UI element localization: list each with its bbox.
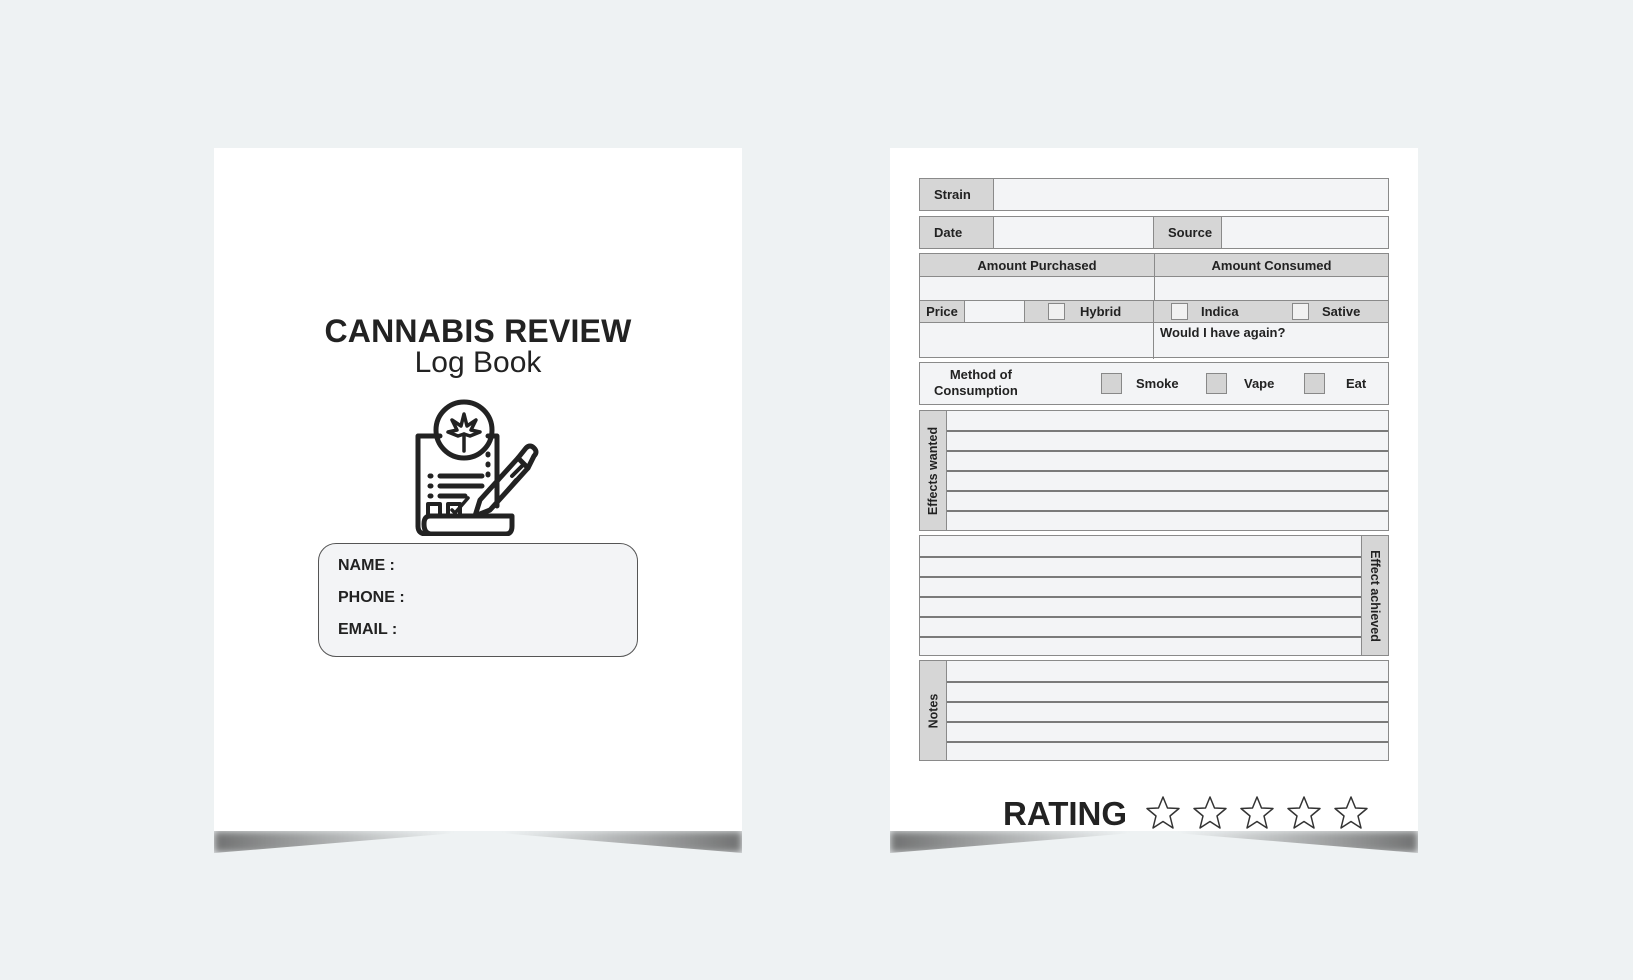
indica-checkbox[interactable] [1171,303,1188,320]
email-field-label[interactable]: EMAIL : [338,621,397,639]
ruled-line [947,741,1388,743]
ruled-line [920,556,1361,558]
ruled-line [947,701,1388,703]
effects-wanted-label-cell: Effects wanted [920,411,947,530]
name-field-label[interactable]: NAME : [338,557,395,575]
notes-label-cell: Notes [920,661,947,760]
price-notes-input[interactable] [920,323,1025,357]
price-input[interactable] [965,301,1025,322]
cover-subtitle: Log Book [414,346,542,379]
method-of-consumption-row: Method of Consumption Smoke Vape Eat [919,362,1389,405]
source-label: Source [1154,217,1222,248]
sative-label: Sative [1322,304,1361,319]
ruled-line [947,450,1388,452]
owner-info-box: NAME : PHONE : EMAIL : [318,543,638,657]
strain-input[interactable] [994,179,1388,210]
notes-label: Notes [926,693,941,728]
sative-checkbox[interactable] [1292,303,1309,320]
notes-section: Notes [919,660,1389,761]
cover-page-shadow [204,831,752,859]
date-input[interactable] [994,217,1154,248]
rating-star-icon[interactable] [1145,795,1181,831]
amount-consumed-label: Amount Consumed [1154,254,1388,277]
would-have-again-label: Would I have again? [1160,325,1286,340]
vape-checkbox[interactable] [1206,373,1227,394]
amount-purchased-input[interactable] [920,277,1154,300]
indica-label: Indica [1201,304,1239,319]
price-label: Price [920,300,965,323]
rating-star-icon[interactable] [1239,795,1275,831]
rating-label: RATING [1003,795,1128,832]
eat-label: Eat [1346,375,1367,391]
ruled-line [947,721,1388,723]
eat-checkbox[interactable] [1304,373,1325,394]
effect-achieved-lines[interactable] [920,536,1361,655]
method-label-line2: Consumption [934,383,1018,398]
effect-achieved-section: Effect achieved [919,535,1389,656]
ruled-line [920,576,1361,578]
effects-wanted-section: Effects wanted [919,410,1389,531]
hybrid-label: Hybrid [1080,304,1122,319]
source-input[interactable] [1222,217,1388,248]
method-label-line1: Method of [949,367,1012,382]
ruled-line [920,596,1361,598]
ruled-line [947,681,1388,683]
form-page-shadow [880,831,1428,859]
review-form-page: Strain Date Source Amount Purchased Amou… [890,148,1418,832]
smoke-label: Smoke [1136,375,1179,391]
effects-wanted-label: Effects wanted [926,426,940,515]
rating-star-icon[interactable] [1286,795,1322,831]
phone-field-label[interactable]: PHONE : [338,589,405,607]
effect-achieved-label: Effect achieved [1368,549,1382,642]
rating-star-icon[interactable] [1333,795,1369,831]
rating-star-icon[interactable] [1192,795,1228,831]
ruled-line [947,490,1388,492]
ruled-line [947,470,1388,472]
strain-label: Strain [920,179,994,210]
ruled-line [947,430,1388,432]
date-label: Date [920,217,994,248]
ruled-line [920,616,1361,618]
effect-achieved-label-cell: Effect achieved [1361,536,1388,655]
amount-purchased-label: Amount Purchased [977,258,1097,273]
method-of-consumption-label: Method of Consumption [934,367,1018,399]
notes-lines[interactable] [947,661,1388,760]
ruled-line [947,510,1388,512]
ruled-line [920,636,1361,638]
vape-label: Vape [1244,375,1275,391]
amount-consumed-input[interactable] [1154,277,1388,300]
amount-table: Amount Purchased Amount Consumed Price H… [919,253,1389,359]
smoke-checkbox[interactable] [1101,373,1122,394]
cover-title: CANNABIS REVIEW [324,313,632,349]
strain-row: Strain [919,178,1389,211]
hybrid-checkbox[interactable] [1048,303,1065,320]
date-source-row: Date Source [919,216,1389,249]
effects-wanted-lines[interactable] [947,411,1388,530]
cover-page: CANNABIS REVIEW Log Book NAME : PHONE : … [214,148,742,831]
cannabis-document-pen-icon [415,399,539,536]
